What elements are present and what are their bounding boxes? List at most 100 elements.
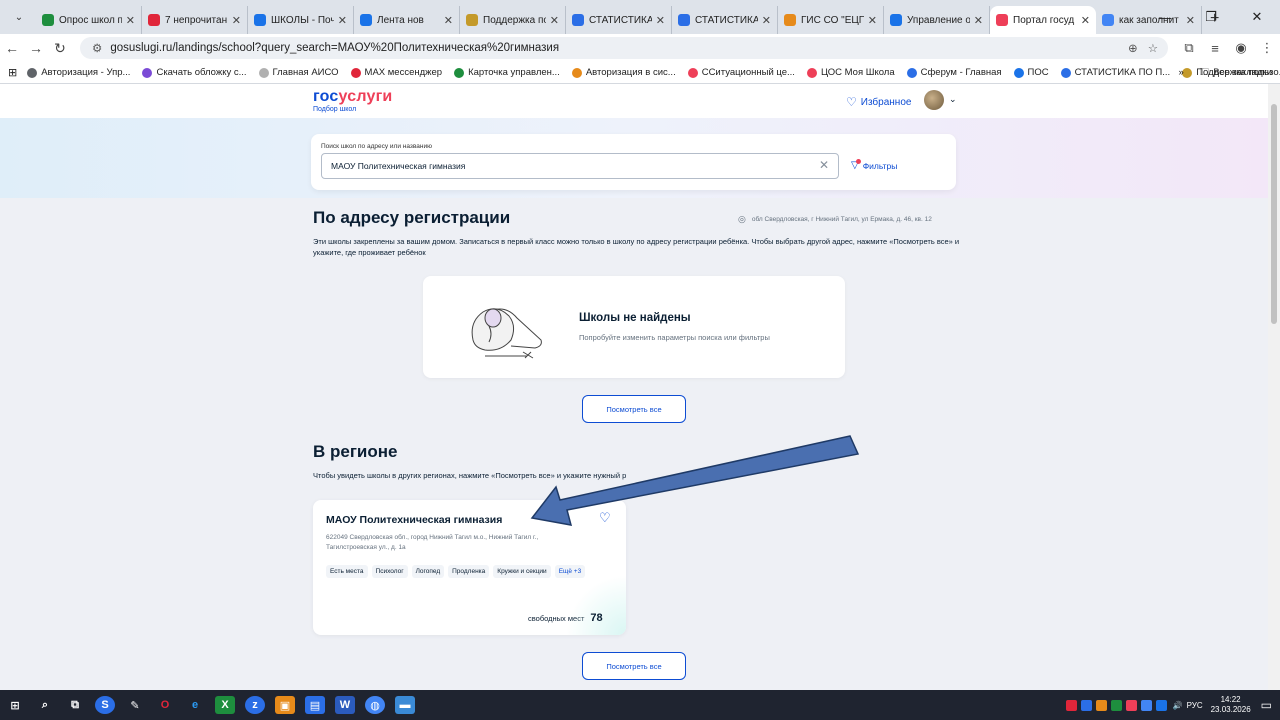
bookmark-star-icon[interactable]: ☆ — [1148, 41, 1158, 55]
browser-tab[interactable]: СТАТИСТИКА ✕ — [566, 6, 672, 34]
tray-app-icon[interactable] — [1080, 699, 1092, 711]
bookmark-item[interactable]: ЦОС Моя Школа — [806, 67, 895, 78]
start-icon[interactable]: ⊞ — [5, 696, 25, 714]
tab-title: ШКОЛЫ - Поч — [271, 14, 334, 26]
zoom-icon[interactable]: ⊕ — [1128, 41, 1138, 55]
reload-icon[interactable]: ↻ — [48, 40, 72, 57]
avatar[interactable] — [924, 90, 944, 110]
chevron-down-icon[interactable]: ⌄ — [949, 94, 957, 105]
bookmark-item[interactable]: ПОС — [1013, 67, 1049, 78]
search-icon[interactable]: ⌕ — [35, 696, 55, 714]
chrome-icon[interactable]: ◍ — [365, 696, 385, 714]
browser-tab[interactable]: Управление о ✕ — [884, 6, 990, 34]
language-indicator[interactable]: РУС — [1187, 701, 1203, 710]
tab-close-icon[interactable]: ✕ — [868, 14, 877, 27]
bookmark-item[interactable]: ССитуационный це... — [687, 67, 795, 78]
tab-favicon-icon — [360, 14, 372, 26]
minimize-icon[interactable]: — — [1142, 10, 1188, 25]
tab-close-icon[interactable]: ✕ — [444, 14, 453, 27]
tab-search-button[interactable]: ⌄ — [8, 6, 30, 28]
bookmark-favicon-icon — [806, 67, 817, 78]
browser-tab[interactable]: Поддержка по ✕ — [460, 6, 566, 34]
view-all-registration-button[interactable]: Посмотреть все — [582, 395, 686, 423]
tab-close-icon[interactable]: ✕ — [1081, 14, 1090, 27]
page-scrollbar[interactable] — [1268, 84, 1280, 690]
clear-search-icon[interactable]: ✕ — [819, 158, 829, 172]
bookmark-item[interactable]: MAX мессенджер — [350, 67, 442, 78]
bookmark-favicon-icon — [258, 67, 269, 78]
more-tags-link[interactable]: Ещё +3 — [554, 565, 586, 578]
browser-tab[interactable]: 7 непрочитан ✕ — [142, 6, 248, 34]
clock[interactable]: 14:22 23.03.2026 — [1211, 695, 1251, 715]
app-icon[interactable]: ✎ — [125, 696, 145, 714]
task-view-icon[interactable]: ⧉ — [65, 696, 85, 714]
browser-tab[interactable]: СТАТИСТИКА ✕ — [672, 6, 778, 34]
school-tag: Логопед — [411, 565, 445, 578]
browser-tab[interactable]: Опрос школ п ✕ — [36, 6, 142, 34]
browser-tab[interactable]: Лента нов ✕ — [354, 6, 460, 34]
bookmarks-overflow[interactable]: » — [1178, 67, 1183, 78]
extensions-icon[interactable]: ⧉ — [1176, 40, 1202, 56]
folder-app-icon[interactable]: ▣ — [275, 696, 295, 714]
view-all-region-button[interactable]: Посмотреть все — [582, 652, 686, 680]
document-app-icon[interactable]: ▤ — [305, 696, 325, 714]
registration-title: По адресу регистрации — [313, 208, 511, 227]
bookmark-item[interactable]: СТАТИСТИКА ПО П... — [1060, 67, 1170, 78]
forward-icon[interactable]: → — [24, 40, 48, 56]
bookmark-item[interactable]: Карточка управлен... — [454, 67, 560, 78]
reading-list-icon[interactable]: ≡ — [1202, 41, 1228, 56]
free-places: свободных мест 78 — [528, 612, 603, 624]
explorer-icon[interactable]: ▬ — [395, 696, 415, 714]
gosuslugi-logo[interactable]: госуслуги — [313, 88, 392, 106]
all-bookmarks-link[interactable]: Все закладки — [1213, 67, 1272, 78]
volume-icon[interactable]: 🔊 — [1173, 701, 1183, 710]
tab-close-icon[interactable]: ✕ — [656, 14, 665, 27]
bookmark-item[interactable]: Главная АИСО — [258, 67, 339, 78]
favorite-heart-icon[interactable]: ♡ — [599, 510, 611, 526]
tray-app-icon[interactable] — [1140, 699, 1152, 711]
apps-grid-icon[interactable]: ⊞ — [8, 66, 17, 79]
zoom-app-icon[interactable]: z — [245, 696, 265, 714]
scrollbar-thumb[interactable] — [1271, 104, 1277, 324]
bookmark-item[interactable]: Сферум - Главная — [906, 67, 1002, 78]
url-bar[interactable]: ⚙ gosuslugi.ru/landings/school?query_sea… — [80, 37, 1168, 59]
tray-app-icon[interactable] — [1065, 699, 1077, 711]
word-icon[interactable]: W — [335, 696, 355, 714]
tray-app-icon[interactable] — [1095, 699, 1107, 711]
excel-app-icon[interactable]: X — [215, 696, 235, 714]
notifications-icon[interactable]: ▭ — [1261, 698, 1272, 712]
browser-tab[interactable]: ГИС СО "ЕЦП" ✕ — [778, 6, 884, 34]
site-info-icon[interactable]: ⚙ — [92, 41, 102, 55]
browser-menu-icon[interactable]: ⋮ — [1254, 40, 1280, 56]
bookmark-item[interactable]: Авторизация в сис... — [571, 67, 676, 78]
restore-icon[interactable]: ❐ — [1188, 9, 1234, 25]
folder-icon: 🗀 — [1199, 66, 1210, 78]
filters-button[interactable]: ▽ Фильтры — [851, 159, 897, 171]
tray-app-icon[interactable] — [1110, 699, 1122, 711]
bookmark-item[interactable]: Авторизация - Упр... — [27, 67, 130, 78]
tab-close-icon[interactable]: ✕ — [550, 14, 559, 27]
tab-close-icon[interactable]: ✕ — [974, 14, 983, 27]
tab-close-icon[interactable]: ✕ — [126, 14, 135, 27]
bookmark-item[interactable]: Скачать обложку с... — [142, 67, 247, 78]
tab-close-icon[interactable]: ✕ — [232, 14, 241, 27]
back-icon[interactable]: ← — [0, 40, 24, 56]
tab-close-icon[interactable]: ✕ — [338, 14, 347, 27]
skype-icon[interactable]: S — [95, 696, 115, 714]
favorites-link[interactable]: ♡ Избранное — [846, 95, 911, 109]
tab-close-icon[interactable]: ✕ — [762, 14, 771, 27]
school-name[interactable]: МАОУ Политехническая гимназия — [326, 514, 502, 526]
browser-tab[interactable]: ШКОЛЫ - Поч ✕ — [248, 6, 354, 34]
tray-app-icon[interactable] — [1155, 699, 1167, 711]
school-card[interactable]: МАОУ Политехническая гимназия ♡ 622049 С… — [313, 500, 626, 635]
browser-tab[interactable]: Портал госуд ✕ — [990, 6, 1096, 34]
tray-app-icon[interactable] — [1125, 699, 1137, 711]
tab-favicon-icon — [148, 14, 160, 26]
profile-icon[interactable]: ◉ — [1228, 40, 1254, 56]
opera-icon[interactable]: O — [155, 696, 175, 714]
search-input[interactable] — [321, 153, 839, 179]
close-window-icon[interactable]: ✕ — [1234, 9, 1280, 25]
search-card: Поиск школ по адресу или названию ✕ ▽Фил… — [311, 134, 956, 190]
registration-address[interactable]: ◎ обл Свердловская, г Нижний Тагил, ул Ер… — [738, 214, 932, 225]
edge-icon[interactable]: e — [185, 696, 205, 714]
